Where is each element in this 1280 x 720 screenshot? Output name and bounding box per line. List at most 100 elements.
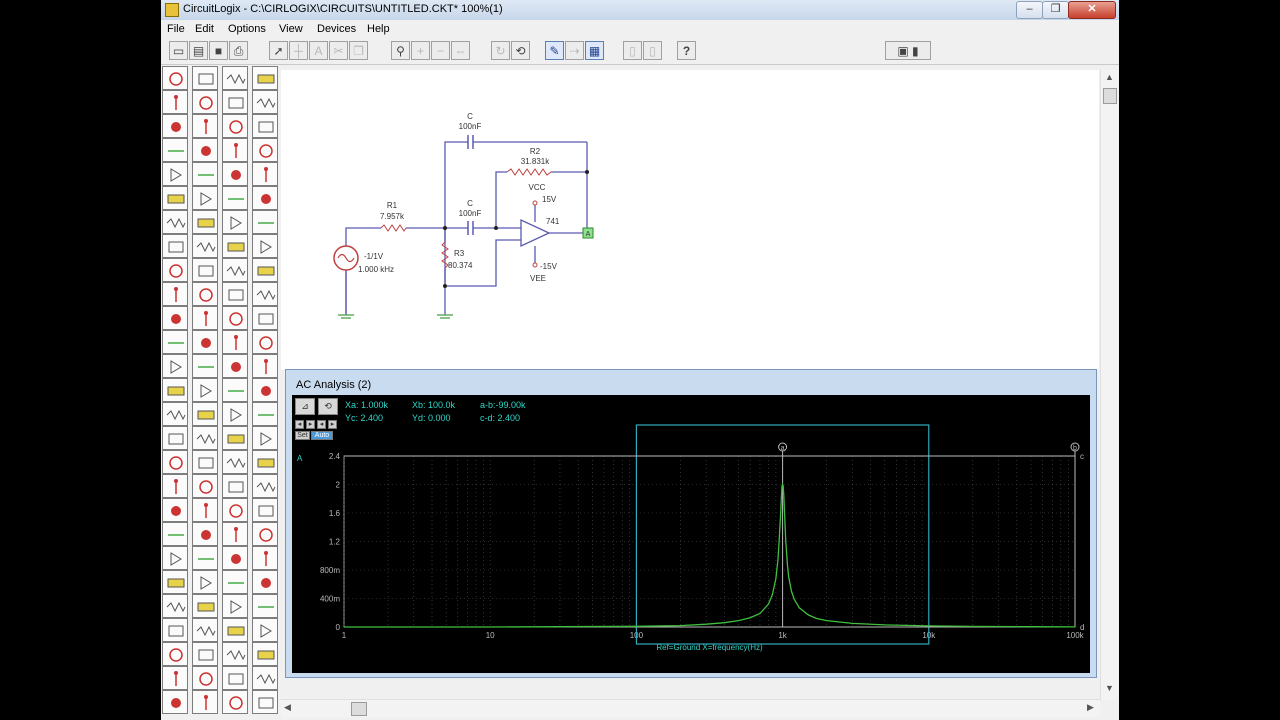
- help-icon[interactable]: ?: [677, 41, 696, 60]
- palette-part-button[interactable]: [192, 282, 218, 306]
- pointer-icon[interactable]: ➚: [269, 41, 288, 60]
- palette-part-button[interactable]: [252, 570, 278, 594]
- palette-part-button[interactable]: [162, 522, 188, 546]
- palette-part-button[interactable]: [192, 666, 218, 690]
- palette-part-button[interactable]: [222, 282, 248, 306]
- palette-part-button[interactable]: [222, 330, 248, 354]
- palette-part-button[interactable]: [222, 258, 248, 282]
- palette-part-button[interactable]: [222, 618, 248, 642]
- palette-part-button[interactable]: [222, 234, 248, 258]
- palette-part-button[interactable]: [192, 546, 218, 570]
- new-icon[interactable]: ▭: [169, 41, 188, 60]
- palette-part-button[interactable]: [162, 162, 188, 186]
- menu-view[interactable]: View: [279, 23, 303, 35]
- palette-part-button[interactable]: [252, 234, 278, 258]
- palette-part-button[interactable]: [192, 570, 218, 594]
- palette-part-button[interactable]: [162, 114, 188, 138]
- palette-part-button[interactable]: [192, 138, 218, 162]
- palette-part-button[interactable]: [252, 282, 278, 306]
- palette-part-button[interactable]: [222, 690, 248, 714]
- palette-part-button[interactable]: [222, 186, 248, 210]
- palette-part-button[interactable]: [252, 330, 278, 354]
- palette-part-button[interactable]: [162, 354, 188, 378]
- palette-part-button[interactable]: [162, 234, 188, 258]
- palette-part-button[interactable]: [162, 666, 188, 690]
- info-icon[interactable]: ▣ ▮: [885, 41, 931, 60]
- horizontal-scrollbar[interactable]: ◀ ▶: [281, 699, 1100, 717]
- palette-part-button[interactable]: [252, 642, 278, 666]
- palette-part-button[interactable]: [192, 522, 218, 546]
- scroll-right-icon[interactable]: ▶: [1087, 702, 1094, 713]
- palette-part-button[interactable]: [252, 666, 278, 690]
- palette-part-button[interactable]: [162, 474, 188, 498]
- cursor-b-icon[interactable]: ▯: [643, 41, 662, 60]
- palette-part-button[interactable]: [252, 450, 278, 474]
- print-icon[interactable]: ⎙: [229, 41, 248, 60]
- palette-part-button[interactable]: [162, 594, 188, 618]
- palette-part-button[interactable]: [192, 450, 218, 474]
- palette-part-button[interactable]: [222, 642, 248, 666]
- cursor-a-icon[interactable]: ▯: [623, 41, 642, 60]
- palette-part-button[interactable]: [162, 570, 188, 594]
- palette-part-button[interactable]: [192, 330, 218, 354]
- palette-part-button[interactable]: [192, 474, 218, 498]
- palette-part-button[interactable]: [222, 594, 248, 618]
- palette-part-button[interactable]: [162, 618, 188, 642]
- zoom-out-icon[interactable]: −: [431, 41, 450, 60]
- palette-part-button[interactable]: [192, 594, 218, 618]
- palette-part-button[interactable]: [162, 690, 188, 714]
- rotate-icon[interactable]: ↻: [491, 41, 510, 60]
- palette-part-button[interactable]: [222, 522, 248, 546]
- probe-icon[interactable]: ⇢: [565, 41, 584, 60]
- schematic-canvas[interactable]: C 100nF R2 31.831k VCC 15V C 100nF R1 7.…: [281, 70, 1099, 370]
- palette-part-button[interactable]: [222, 66, 248, 90]
- palette-part-button[interactable]: [222, 474, 248, 498]
- palette-part-button[interactable]: [222, 570, 248, 594]
- palette-part-button[interactable]: [192, 114, 218, 138]
- horizontal-scroll-thumb[interactable]: [351, 702, 367, 716]
- scroll-left-icon[interactable]: ◀: [284, 702, 291, 713]
- simulate-icon[interactable]: ✎: [545, 41, 564, 60]
- palette-part-button[interactable]: [192, 210, 218, 234]
- palette-part-button[interactable]: [222, 90, 248, 114]
- menu-help[interactable]: Help: [367, 23, 390, 35]
- palette-part-button[interactable]: [162, 330, 188, 354]
- palette-part-button[interactable]: [222, 306, 248, 330]
- open-icon[interactable]: ▤: [189, 41, 208, 60]
- cut-icon[interactable]: ✂: [329, 41, 348, 60]
- palette-part-button[interactable]: [252, 114, 278, 138]
- palette-part-button[interactable]: [222, 162, 248, 186]
- palette-part-button[interactable]: [162, 498, 188, 522]
- palette-part-button[interactable]: [252, 138, 278, 162]
- palette-part-button[interactable]: [252, 522, 278, 546]
- palette-part-button[interactable]: [192, 498, 218, 522]
- palette-part-button[interactable]: [192, 426, 218, 450]
- palette-part-button[interactable]: [252, 402, 278, 426]
- palette-part-button[interactable]: [252, 690, 278, 714]
- copy-icon[interactable]: ❐: [349, 41, 368, 60]
- analysis-icon[interactable]: ▦: [585, 41, 604, 60]
- close-button[interactable]: ✕: [1068, 1, 1116, 19]
- palette-part-button[interactable]: [192, 378, 218, 402]
- palette-part-button[interactable]: [192, 618, 218, 642]
- palette-part-button[interactable]: [192, 258, 218, 282]
- menu-file[interactable]: File: [167, 23, 185, 35]
- palette-part-button[interactable]: [162, 138, 188, 162]
- palette-part-button[interactable]: [222, 546, 248, 570]
- palette-part-button[interactable]: [162, 186, 188, 210]
- palette-part-button[interactable]: [222, 426, 248, 450]
- palette-part-button[interactable]: [252, 498, 278, 522]
- zoom-icon[interactable]: ⚲: [391, 41, 410, 60]
- palette-part-button[interactable]: [252, 306, 278, 330]
- fit-icon[interactable]: ⇔: [451, 41, 470, 60]
- undo-icon[interactable]: ⟲: [511, 41, 530, 60]
- palette-part-button[interactable]: [252, 594, 278, 618]
- palette-part-button[interactable]: [252, 186, 278, 210]
- palette-part-button[interactable]: [252, 90, 278, 114]
- palette-part-button[interactable]: [252, 378, 278, 402]
- palette-part-button[interactable]: [222, 138, 248, 162]
- palette-part-button[interactable]: [222, 210, 248, 234]
- palette-part-button[interactable]: [192, 186, 218, 210]
- save-icon[interactable]: ■: [209, 41, 228, 60]
- palette-part-button[interactable]: [162, 378, 188, 402]
